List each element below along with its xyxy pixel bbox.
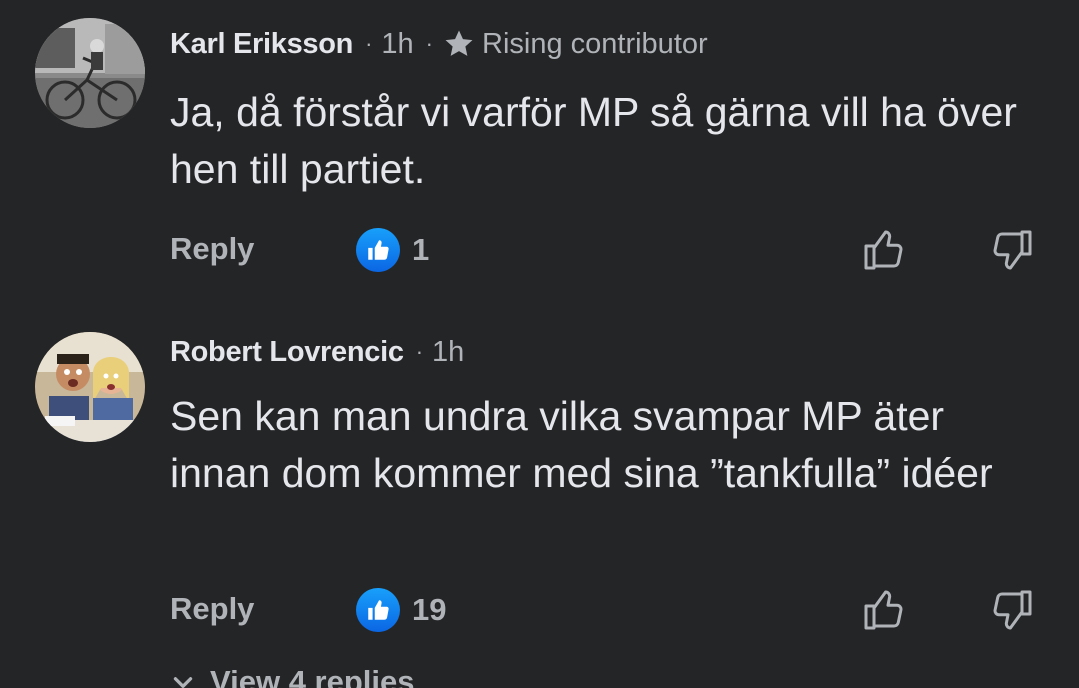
thumb-up-button[interactable] xyxy=(860,225,910,275)
like-count: 19 xyxy=(412,592,447,627)
comment-header: Karl Eriksson · 1h · Rising contributor xyxy=(170,22,708,66)
reaction-summary[interactable]: 1 xyxy=(356,225,429,275)
comment-time[interactable]: 1h xyxy=(381,28,413,61)
thumb-down-button[interactable] xyxy=(986,585,1036,635)
author-name[interactable]: Karl Eriksson xyxy=(170,28,353,61)
thumb-up-outline-icon xyxy=(864,590,903,630)
comment-text: Ja, då förstår vi varför MP så gärna vil… xyxy=(170,89,1017,192)
comment-time[interactable]: 1h xyxy=(432,336,464,369)
comment-header: Robert Lovrencic · 1h xyxy=(170,330,464,374)
like-reaction-icon xyxy=(356,228,400,272)
avatar-karl-eriksson[interactable] xyxy=(35,18,145,128)
thumb-down-outline-icon xyxy=(993,590,1032,630)
view-replies-label: View 4 replies xyxy=(210,664,415,688)
thumb-up-outline-icon xyxy=(864,230,903,270)
badge-label: Rising contributor xyxy=(482,27,708,60)
contributor-badge[interactable]: Rising contributor xyxy=(442,27,708,61)
separator-dot: · xyxy=(425,31,433,56)
avatar-robert-lovrencic[interactable] xyxy=(35,332,145,442)
separator-dot: · xyxy=(415,339,424,364)
like-reaction-icon xyxy=(356,588,400,632)
author-name[interactable]: Robert Lovrencic xyxy=(170,336,404,369)
thumb-down-outline-icon xyxy=(993,230,1032,270)
thumb-up-button[interactable] xyxy=(860,585,910,635)
reply-button[interactable]: Reply xyxy=(170,231,254,267)
chevron-down-icon xyxy=(173,677,193,688)
view-replies-link[interactable]: View 4 replies xyxy=(170,664,415,688)
star-icon xyxy=(445,30,473,56)
reply-button[interactable]: Reply xyxy=(170,591,254,627)
like-count: 1 xyxy=(412,232,430,267)
comment-text: Sen kan man undra vilka svampar MP äter … xyxy=(170,393,993,496)
separator-dot: · xyxy=(365,31,373,56)
thumb-down-button[interactable] xyxy=(986,225,1036,275)
reaction-summary[interactable]: 19 xyxy=(356,585,446,635)
comment-actions: Reply 19 xyxy=(0,585,1079,637)
comment-actions: Reply 1 xyxy=(0,225,1079,277)
